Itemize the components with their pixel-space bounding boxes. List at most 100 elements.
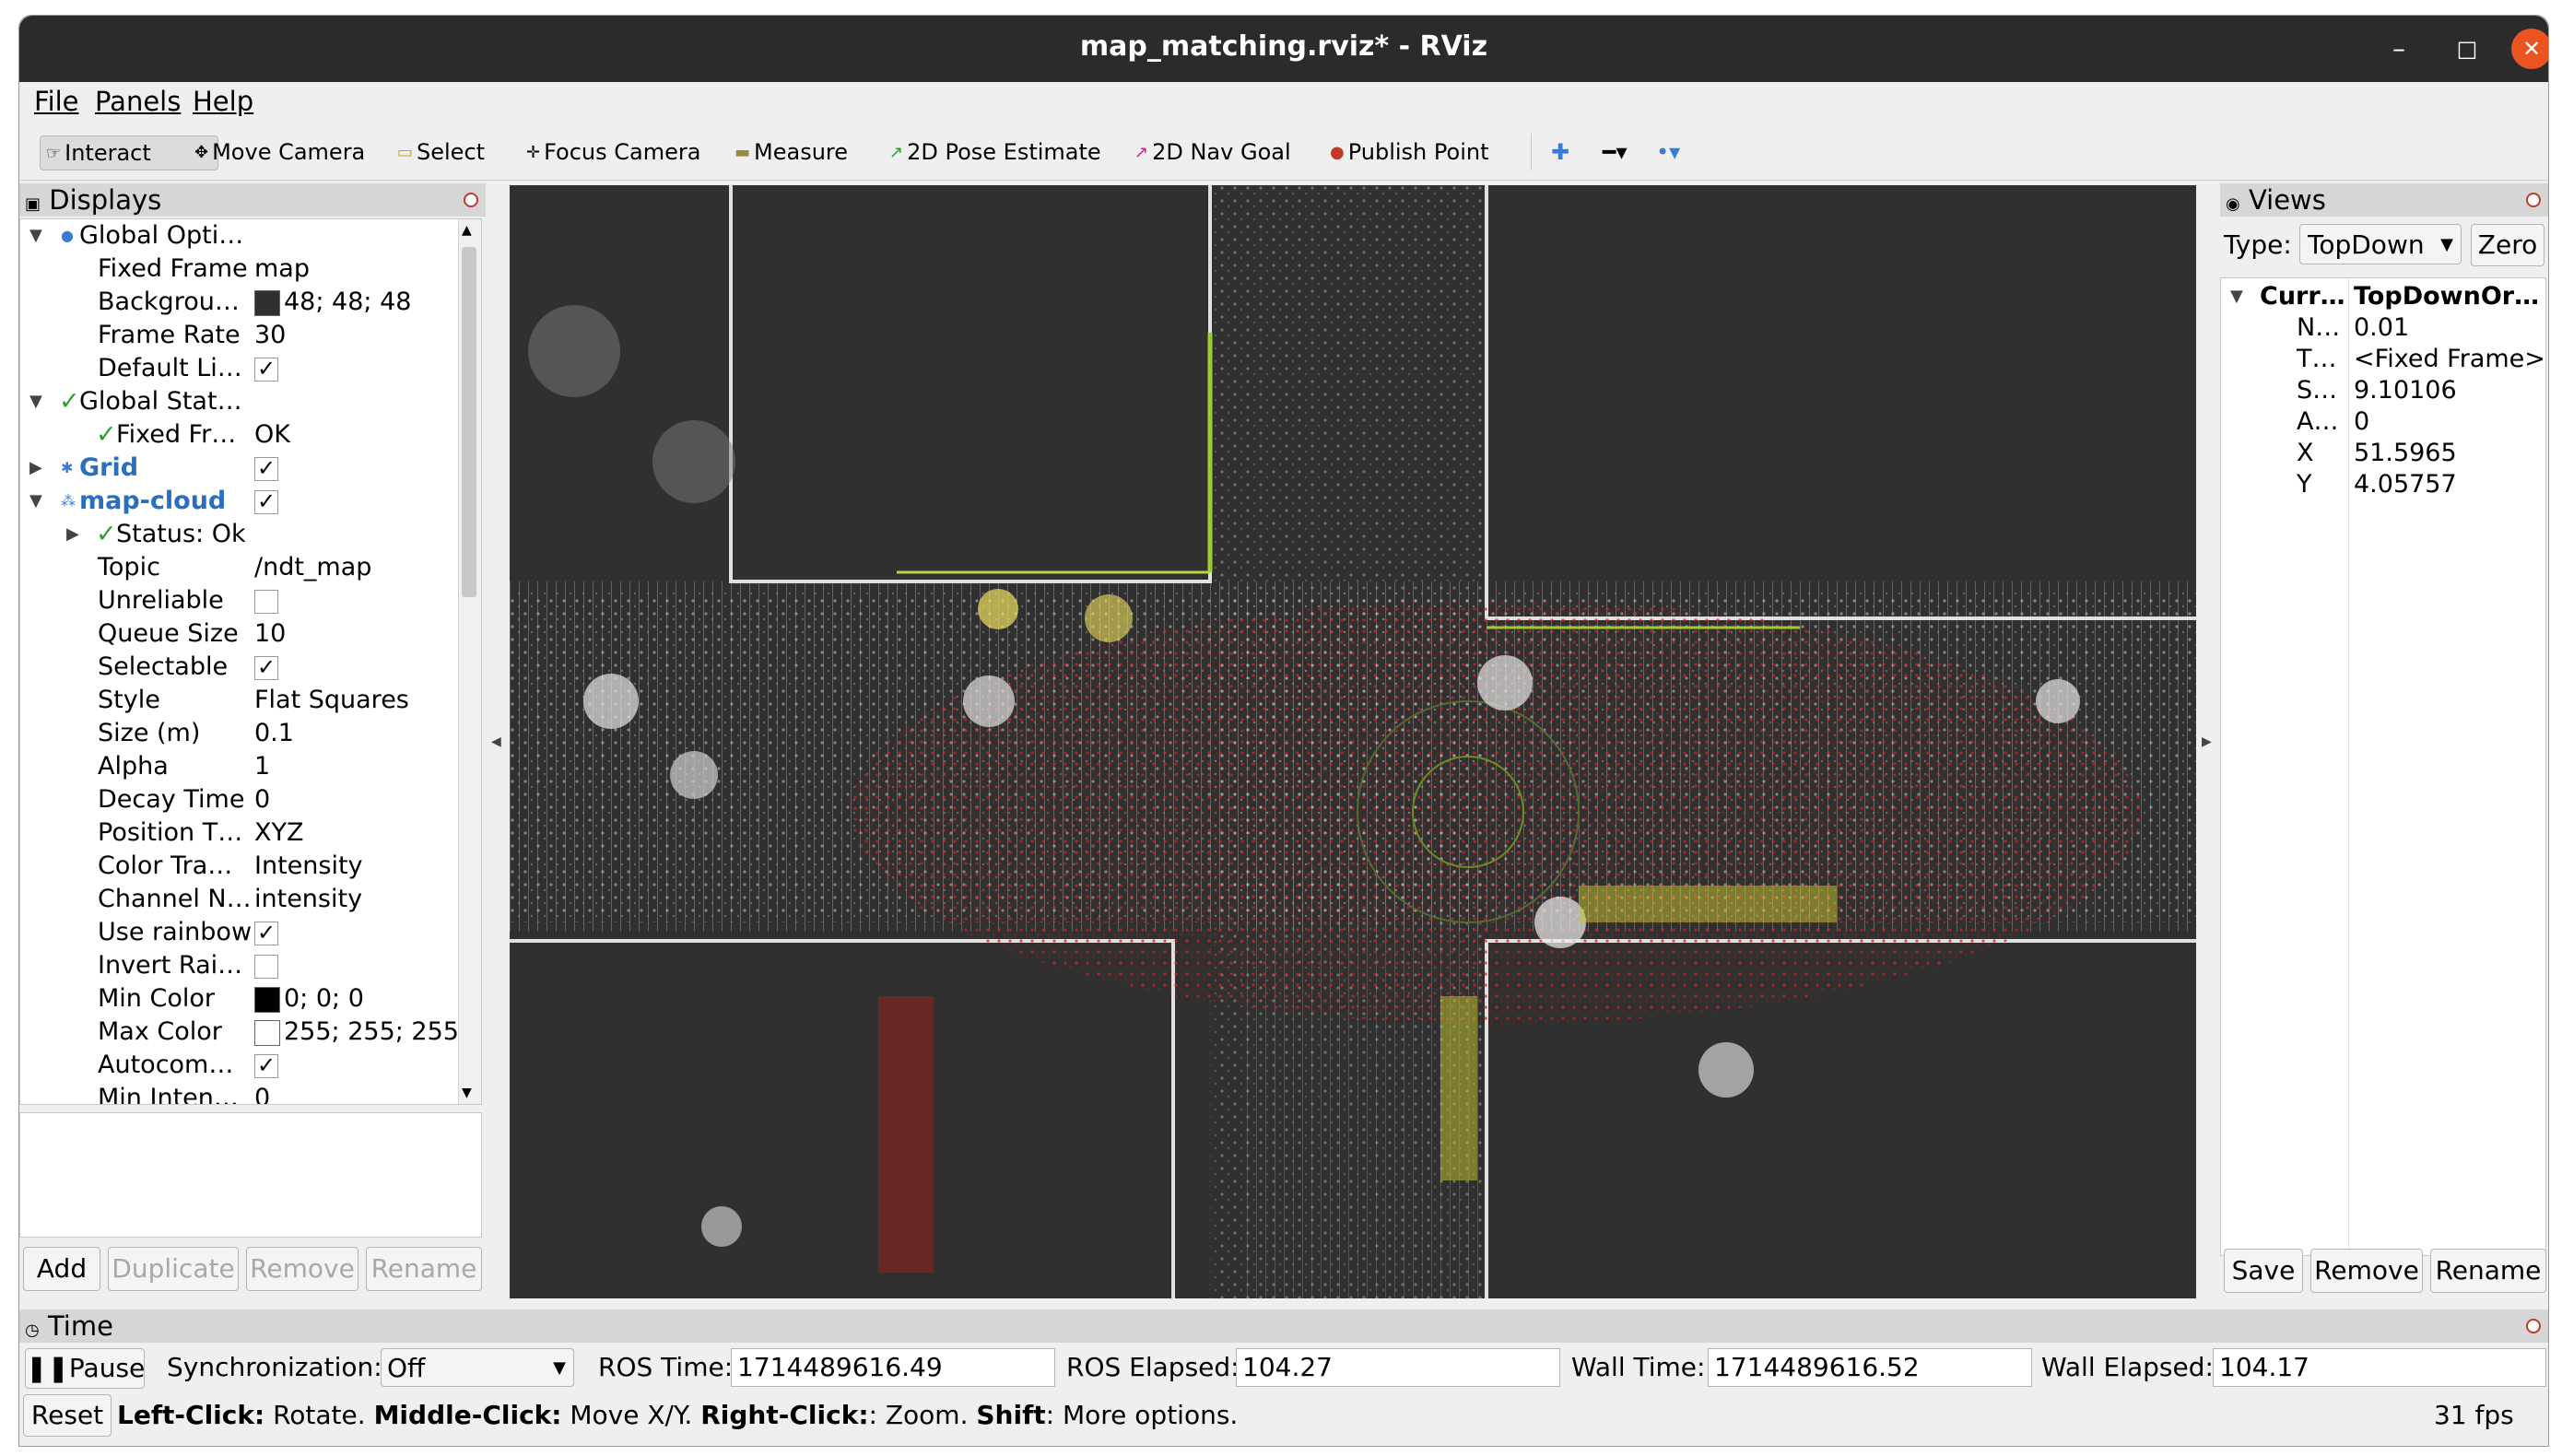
tree-value[interactable]: 48; 48; 48 bbox=[254, 286, 411, 319]
reset-button[interactable]: Reset bbox=[23, 1394, 112, 1437]
tree-row-unreliable[interactable]: Unreliable bbox=[20, 584, 481, 617]
sync-select[interactable]: Off ▼ bbox=[381, 1348, 574, 1387]
tree-value[interactable]: Intensity bbox=[254, 850, 363, 883]
nav-goal-tool[interactable]: ↗ 2D Nav Goal bbox=[1134, 135, 1291, 169]
publish-point-tool[interactable]: ● Publish Point bbox=[1330, 135, 1488, 169]
expand-icon[interactable]: ▼ bbox=[29, 485, 42, 518]
tree-row-background[interactable]: Backgrou… 48; 48; 48 bbox=[20, 286, 481, 319]
tree-row-global-options[interactable]: ▼ ● Global Opti… bbox=[20, 219, 481, 252]
scroll-up-icon[interactable]: ▲ bbox=[462, 223, 472, 238]
views-tree[interactable]: ▼ Curr… TopDownOr… N… 0.01 T… <Fixed Fra… bbox=[2220, 277, 2546, 1256]
wall-time-field[interactable]: 1714489616.52 bbox=[1708, 1348, 2032, 1387]
checkbox[interactable] bbox=[254, 949, 278, 982]
tree-row-map-cloud[interactable]: ▼ ⁂ map-cloud ✓ bbox=[20, 485, 481, 518]
view-row-scale[interactable]: S… 9.10106 bbox=[2221, 374, 2545, 407]
checkbox[interactable]: ✓ bbox=[254, 1049, 278, 1082]
duplicate-button[interactable]: Duplicate bbox=[108, 1247, 239, 1291]
panel-close-icon[interactable] bbox=[464, 193, 478, 207]
close-button[interactable]: ✕ bbox=[2511, 29, 2548, 69]
rename-view-button[interactable]: Rename bbox=[2430, 1249, 2546, 1293]
checkbox[interactable]: ✓ bbox=[254, 452, 278, 485]
scroll-down-icon[interactable]: ▼ bbox=[462, 1086, 472, 1100]
right-splitter-icon[interactable]: ▶ bbox=[2202, 734, 2212, 749]
view-row-y[interactable]: Y 4.05757 bbox=[2221, 468, 2545, 501]
tree-value[interactable]: intensity bbox=[254, 883, 362, 916]
ros-elapsed-field[interactable]: 104.27 bbox=[1236, 1348, 1560, 1387]
pause-button[interactable]: ❚❚Pause bbox=[25, 1348, 145, 1389]
checkbox[interactable]: ✓ bbox=[254, 485, 278, 518]
checkbox-mark[interactable]: ✓ bbox=[254, 655, 278, 680]
tree-row-min-intensity[interactable]: Min Inten… 0 bbox=[20, 1082, 481, 1104]
left-splitter-icon[interactable]: ◀ bbox=[491, 734, 501, 749]
tree-value[interactable]: 0 bbox=[254, 783, 270, 816]
collapse-icon[interactable]: ▶ bbox=[66, 518, 79, 551]
ros-time-field[interactable]: 1714489616.49 bbox=[731, 1348, 1055, 1387]
tree-value[interactable]: map bbox=[254, 252, 310, 286]
interact-tool[interactable]: ☞ Interact bbox=[40, 135, 218, 170]
tree-value[interactable]: 0 bbox=[254, 1082, 270, 1104]
tree-row-queue-size[interactable]: Queue Size 10 bbox=[20, 617, 481, 651]
tree-row-max-color[interactable]: Max Color 255; 255; 255 bbox=[20, 1016, 481, 1049]
view-value[interactable]: 9.10106 bbox=[2354, 374, 2457, 407]
remove-view-button[interactable]: Remove bbox=[2310, 1249, 2423, 1293]
tree-row-selectable[interactable]: Selectable ✓ bbox=[20, 651, 481, 684]
menu-file[interactable]: File bbox=[34, 86, 79, 117]
tree-row-fixed-frame[interactable]: Fixed Frame map bbox=[20, 252, 481, 286]
tree-value[interactable]: XYZ bbox=[254, 816, 304, 850]
measure-tool[interactable]: ▬ Measure bbox=[735, 135, 848, 169]
tree-row-topic[interactable]: Topic /ndt_map bbox=[20, 551, 481, 584]
view-row-near-clip[interactable]: N… 0.01 bbox=[2221, 311, 2545, 345]
tree-row-grid[interactable]: ▶ ✱ Grid ✓ bbox=[20, 452, 481, 485]
tree-row-global-status[interactable]: ▼ ✓ Global Stat… bbox=[20, 385, 481, 418]
remove-display-button[interactable]: Remove bbox=[246, 1247, 358, 1291]
point-cloud-render[interactable] bbox=[510, 185, 2196, 1298]
checkbox[interactable]: ✓ bbox=[254, 352, 278, 385]
wall-elapsed-field[interactable]: 104.17 bbox=[2213, 1348, 2546, 1387]
view-value[interactable]: 4.05757 bbox=[2354, 468, 2457, 501]
minus-icon[interactable]: ━▾ bbox=[1603, 135, 1628, 169]
tree-row-alpha[interactable]: Alpha 1 bbox=[20, 750, 481, 783]
tree-value[interactable]: 0.1 bbox=[254, 717, 294, 750]
move-camera-tool[interactable]: ✥ Move Camera bbox=[194, 135, 365, 169]
tree-value[interactable]: 0; 0; 0 bbox=[254, 982, 364, 1016]
tree-value[interactable]: 10 bbox=[254, 617, 286, 651]
expand-icon[interactable]: ▼ bbox=[2230, 280, 2243, 313]
minimize-button[interactable]: – bbox=[2379, 29, 2419, 69]
menu-panels[interactable]: Panels bbox=[95, 86, 181, 117]
tree-value[interactable]: /ndt_map bbox=[254, 551, 371, 584]
tree-value[interactable]: 30 bbox=[254, 319, 286, 352]
tree-row-status[interactable]: ▶ ✓ Status: Ok bbox=[20, 518, 481, 551]
tree-value[interactable]: Flat Squares bbox=[254, 684, 409, 717]
tree-row-frame-rate[interactable]: Frame Rate 30 bbox=[20, 319, 481, 352]
tree-row-size[interactable]: Size (m) 0.1 bbox=[20, 717, 481, 750]
view-value[interactable]: 0 bbox=[2354, 405, 2369, 439]
collapse-icon[interactable]: ▶ bbox=[29, 452, 42, 485]
select-tool[interactable]: ▭ Select bbox=[397, 135, 485, 169]
view-value[interactable]: 0.01 bbox=[2354, 311, 2409, 345]
expand-icon[interactable]: ▼ bbox=[29, 385, 42, 418]
tree-row-style[interactable]: Style Flat Squares bbox=[20, 684, 481, 717]
tree-row-invert-rainbow[interactable]: Invert Rai… bbox=[20, 949, 481, 982]
checkbox-mark[interactable]: ✓ bbox=[254, 456, 278, 481]
zero-button[interactable]: Zero bbox=[2471, 224, 2544, 266]
displays-tree[interactable]: ▼ ● Global Opti… Fixed Frame map Backgro… bbox=[19, 218, 482, 1105]
view-row-x[interactable]: X 51.5965 bbox=[2221, 437, 2545, 470]
expand-icon[interactable]: ▼ bbox=[29, 219, 42, 252]
tree-row-position-transformer[interactable]: Position T… XYZ bbox=[20, 816, 481, 850]
tree-row-decay-time[interactable]: Decay Time 0 bbox=[20, 783, 481, 816]
tree-row-default-light[interactable]: Default Li… ✓ bbox=[20, 352, 481, 385]
dot-icon[interactable]: •▾ bbox=[1656, 135, 1680, 169]
checkbox[interactable]: ✓ bbox=[254, 916, 278, 949]
checkbox[interactable] bbox=[254, 584, 278, 617]
scrollbar-thumb[interactable] bbox=[462, 247, 476, 597]
checkbox-mark[interactable]: ✓ bbox=[254, 1053, 278, 1078]
tree-row-fixed-frame-status[interactable]: ✓ Fixed Fr… OK bbox=[20, 418, 481, 452]
checkbox-mark[interactable]: ✓ bbox=[254, 489, 278, 514]
rename-display-button[interactable]: Rename bbox=[366, 1247, 482, 1291]
tree-row-min-color[interactable]: Min Color 0; 0; 0 bbox=[20, 982, 481, 1016]
maximize-button[interactable]: □ bbox=[2447, 29, 2487, 69]
add-button[interactable]: Add bbox=[23, 1247, 100, 1291]
tree-row-channel-name[interactable]: Channel N… intensity bbox=[20, 883, 481, 916]
view-type-select[interactable]: TopDown ▼ bbox=[2299, 224, 2462, 264]
render-viewport[interactable] bbox=[510, 185, 2196, 1298]
